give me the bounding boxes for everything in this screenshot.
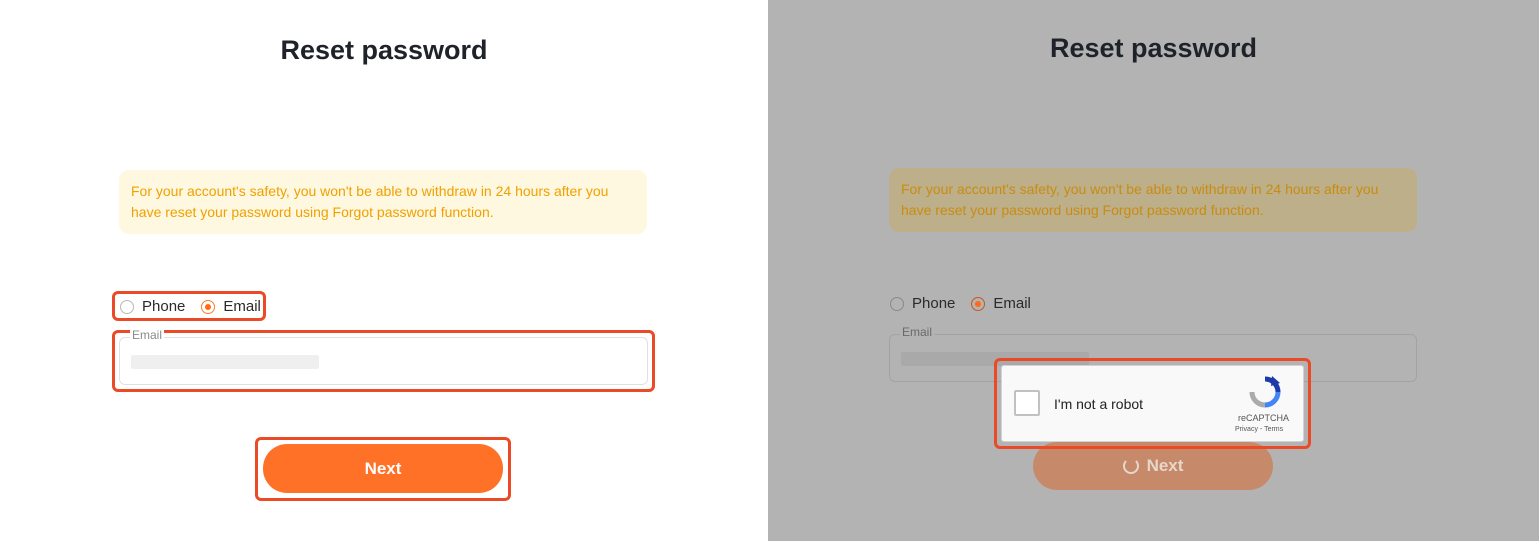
safety-notice: For your account's safety, you won't be …	[119, 170, 647, 234]
radio-email-circle-dimmed[interactable]	[971, 296, 986, 311]
email-field-label-dimmed: Email	[900, 325, 935, 339]
radio-phone-circle-dimmed[interactable]	[890, 296, 904, 311]
recaptcha-label: I'm not a robot	[1054, 396, 1144, 412]
right-panel: Reset password For your account's safety…	[768, 0, 1539, 541]
radio-email-label: Email	[223, 298, 261, 315]
next-button-loading[interactable]: Next	[1033, 442, 1273, 490]
email-value-redacted	[131, 355, 319, 369]
safety-notice-dimmed: For your account's safety, you won't be …	[889, 168, 1417, 232]
radio-phone-label-dimmed: Phone	[912, 295, 956, 312]
login-type-radio-group-dimmed: Phone Email	[890, 295, 1031, 312]
recaptcha-terms-link[interactable]: Terms	[1264, 426, 1283, 433]
next-button[interactable]: Next	[263, 444, 503, 493]
left-panel: Reset password For your account's safety…	[0, 0, 768, 541]
radio-email-circle[interactable]	[201, 299, 216, 314]
radio-phone-circle[interactable]	[120, 299, 134, 314]
radio-email[interactable]: Email	[201, 298, 261, 315]
recaptcha-brand: reCAPTCHA	[1238, 413, 1290, 423]
recaptcha-checkbox[interactable]	[1014, 390, 1040, 416]
recaptcha-widget: I'm not a robot reCAPTCHA Privacy - Term…	[1001, 365, 1304, 442]
radio-phone-dimmed[interactable]: Phone	[890, 295, 955, 312]
recaptcha-links: Privacy - Terms	[1235, 426, 1283, 433]
email-field[interactable]: Email	[119, 328, 648, 385]
login-type-radio-group: Phone Email	[120, 298, 261, 315]
next-button-label: Next	[364, 458, 402, 478]
radio-email-dimmed[interactable]: Email	[971, 295, 1031, 312]
email-field-label: Email	[130, 328, 165, 342]
page-title-dimmed: Reset password	[1049, 33, 1258, 63]
page-title: Reset password	[280, 35, 488, 65]
next-button-label-dimmed: Next	[1146, 456, 1184, 475]
radio-email-label-dimmed: Email	[993, 295, 1031, 312]
recaptcha-privacy-link[interactable]: Privacy	[1235, 426, 1258, 433]
radio-phone[interactable]: Phone	[120, 298, 185, 315]
loading-spinner-icon	[1122, 458, 1139, 474]
radio-phone-label: Phone	[142, 298, 186, 315]
recaptcha-logo-icon	[1248, 375, 1282, 409]
